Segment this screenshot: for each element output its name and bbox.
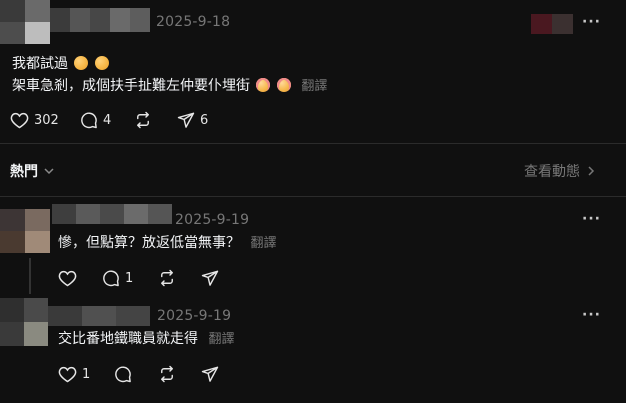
translate-link[interactable]: 翻譯 bbox=[301, 79, 327, 94]
post-line-2-text: 架車急剎，成個扶手扯難左仲要仆埋街 bbox=[12, 78, 250, 94]
repost-icon bbox=[161, 365, 173, 383]
post-text-line-2: 架車急剎，成個扶手扯難左仲要仆埋街 翻譯 bbox=[12, 75, 572, 98]
share-button[interactable] bbox=[201, 365, 219, 383]
hug-emoji-icon bbox=[74, 56, 89, 70]
comment-count: 1 bbox=[125, 270, 134, 286]
more-options-button[interactable]: ··· bbox=[582, 14, 601, 30]
divider bbox=[0, 196, 626, 197]
reply-username-blurred[interactable] bbox=[52, 204, 172, 224]
translate-link[interactable]: 翻譯 bbox=[250, 236, 276, 251]
heart-icon bbox=[58, 270, 77, 287]
comment-bubble-icon bbox=[115, 366, 131, 383]
more-options-button[interactable]: ··· bbox=[582, 307, 601, 323]
share-button[interactable]: 6 bbox=[177, 111, 208, 129]
sort-label: 熱門 bbox=[10, 164, 38, 180]
thread-connector-line bbox=[29, 258, 31, 294]
post-line-1-text: 我都試過 bbox=[12, 56, 68, 72]
post-username-blurred[interactable] bbox=[50, 8, 150, 32]
reply-avatar[interactable] bbox=[0, 298, 48, 346]
post-date: 2025-9-18 bbox=[156, 14, 231, 30]
sort-dropdown[interactable]: 熱門 bbox=[10, 161, 55, 181]
send-icon bbox=[201, 270, 219, 286]
reply-date: 2025-9-19 bbox=[157, 308, 232, 324]
post-text: 我都試過 架車急剎，成個扶手扯難左仲要仆埋街 翻譯 bbox=[12, 53, 572, 98]
blush-emoji-icon bbox=[276, 78, 291, 92]
comment-button[interactable] bbox=[114, 365, 137, 383]
comment-button[interactable]: 1 bbox=[102, 269, 133, 287]
post-avatar[interactable] bbox=[0, 0, 50, 44]
repost-icon bbox=[161, 269, 173, 287]
like-count: 302 bbox=[34, 112, 59, 128]
chevron-right-icon bbox=[588, 166, 595, 176]
reply-text-content: 交比番地鐵職員就走得 bbox=[58, 331, 198, 347]
share-button[interactable] bbox=[201, 269, 219, 287]
reply-text-content: 慘，但點算？放返低當無事？ bbox=[58, 235, 240, 251]
view-activity-link[interactable]: 查看動態 bbox=[524, 161, 597, 181]
reply-text: 慘，但點算？放返低當無事？ 翻譯 bbox=[58, 232, 276, 255]
post-text-line-1: 我都試過 bbox=[12, 53, 572, 75]
send-icon bbox=[177, 112, 195, 128]
view-activity-label: 查看動態 bbox=[524, 164, 580, 180]
repost-button[interactable] bbox=[158, 269, 176, 287]
comment-bubble-icon bbox=[81, 112, 97, 129]
comment-count: 4 bbox=[103, 112, 112, 128]
comment-bubble-icon bbox=[103, 270, 119, 287]
heart-icon bbox=[58, 366, 77, 383]
blush-emoji-icon bbox=[256, 78, 271, 92]
reply-text: 交比番地鐵職員就走得 翻譯 bbox=[58, 328, 234, 351]
post-header-thumbnail[interactable] bbox=[531, 14, 573, 34]
divider bbox=[0, 143, 626, 144]
more-options-button[interactable]: ··· bbox=[582, 211, 601, 227]
like-button[interactable] bbox=[58, 269, 82, 287]
hug-emoji-icon bbox=[94, 56, 109, 70]
share-count: 6 bbox=[200, 112, 209, 128]
reply-avatar[interactable] bbox=[0, 209, 50, 253]
send-icon bbox=[201, 366, 219, 382]
repost-button[interactable] bbox=[158, 365, 176, 383]
like-button[interactable]: 1 bbox=[58, 365, 90, 383]
repost-icon bbox=[137, 111, 149, 129]
reply-username-blurred[interactable] bbox=[48, 306, 150, 326]
repost-button[interactable] bbox=[134, 111, 152, 129]
comment-button[interactable]: 4 bbox=[80, 111, 111, 129]
translate-link[interactable]: 翻譯 bbox=[208, 332, 234, 347]
like-count: 1 bbox=[82, 366, 91, 382]
chevron-down-icon bbox=[44, 168, 54, 175]
like-button[interactable]: 302 bbox=[10, 111, 59, 129]
reply-date: 2025-9-19 bbox=[175, 212, 250, 228]
heart-icon bbox=[10, 112, 29, 129]
